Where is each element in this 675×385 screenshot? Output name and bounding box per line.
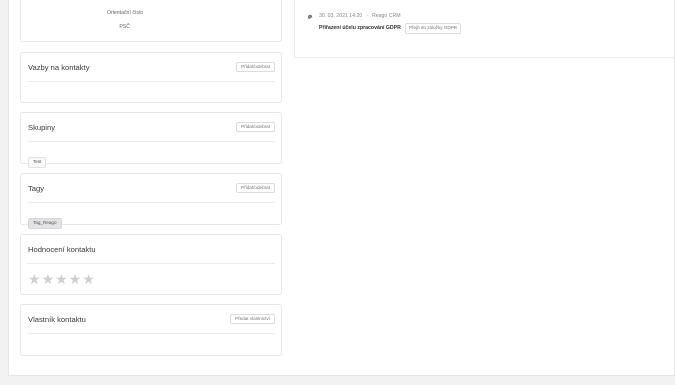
tags-card: Tagy Přidat/odebrat Tag_Reago bbox=[20, 173, 282, 229]
tags-card-body: Tag_Reago bbox=[21, 203, 281, 237]
transfer-ownership-button[interactable]: Předat vlastnictví bbox=[230, 313, 275, 325]
zip-label: PSČ bbox=[119, 24, 130, 30]
groups-card: Skupiny Přidat/odebrat Test bbox=[20, 112, 282, 168]
owner-card-header: Vlastník kontaktu Předat vlastnictví bbox=[27, 305, 275, 334]
group-chip[interactable]: Test bbox=[28, 157, 47, 168]
links-card-header: Vazby na kontakty Přidat/odebrat bbox=[27, 53, 275, 82]
activity-line: Přiřazení účelu zpracování GDPR Přejít d… bbox=[319, 23, 462, 34]
owner-card: Vlastník kontaktu Předat vlastnictví bbox=[20, 304, 282, 356]
owner-card-title: Vlastník kontaktu bbox=[28, 314, 86, 324]
tags-card-header: Tagy Přidat/odebrat bbox=[27, 174, 275, 203]
activity-text: Přiřazení účelu zpracování GDPR bbox=[319, 25, 401, 32]
groups-card-body: Test bbox=[21, 142, 281, 176]
orientation-number-label: Orientační číslo bbox=[106, 10, 143, 16]
rating-stars: ★ ★ ★ ★ ★ bbox=[21, 272, 281, 286]
activity-item: 30. 03. 2021 14:20 · Reago CRM Přiřazení… bbox=[307, 13, 462, 34]
groups-card-header: Skupiny Přidat/odebrat bbox=[27, 113, 275, 142]
star-icon[interactable]: ★ bbox=[55, 272, 68, 286]
star-icon[interactable]: ★ bbox=[42, 272, 55, 286]
star-icon[interactable]: ★ bbox=[28, 272, 41, 286]
links-add-remove-button[interactable]: Přidat/odebrat bbox=[236, 61, 275, 73]
groups-add-remove-button[interactable]: Přidat/odebrat bbox=[236, 121, 275, 133]
rating-card: Hodnocení kontaktu ★ ★ ★ ★ ★ bbox=[20, 234, 282, 295]
content-panel: Orientační číslo PSČ Vazby na kontakty P… bbox=[8, 0, 675, 376]
star-icon[interactable]: ★ bbox=[69, 272, 82, 286]
star-icon[interactable]: ★ bbox=[82, 272, 95, 286]
activity-meta: 30. 03. 2021 14:20 · Reago CRM bbox=[319, 13, 461, 19]
activity-date: 30. 03. 2021 14:20 bbox=[319, 13, 363, 19]
go-to-gdpr-tab-button[interactable]: Přejít do záložky GDPR bbox=[404, 23, 462, 34]
activity-content: 30. 03. 2021 14:20 · Reago CRM Přiřazení… bbox=[319, 13, 462, 34]
rating-card-header: Hodnocení kontaktu bbox=[27, 235, 275, 264]
activity-source: Reago CRM bbox=[372, 13, 401, 19]
tags-add-remove-button[interactable]: Přidat/odebrat bbox=[236, 182, 275, 194]
rating-card-title: Hodnocení kontaktu bbox=[28, 244, 96, 254]
tag-chip[interactable]: Tag_Reago bbox=[28, 218, 62, 229]
address-card: Orientační číslo PSČ bbox=[20, 0, 282, 42]
tags-card-title: Tagy bbox=[28, 183, 45, 193]
activity-separator: · bbox=[366, 13, 369, 19]
fingerprint-icon bbox=[307, 14, 313, 19]
links-card: Vazby na kontakty Přidat/odebrat bbox=[20, 52, 282, 103]
activity-panel: 30. 03. 2021 14:20 · Reago CRM Přiřazení… bbox=[294, 0, 675, 58]
links-card-title: Vazby na kontakty bbox=[28, 62, 90, 72]
groups-card-title: Skupiny bbox=[28, 122, 56, 132]
